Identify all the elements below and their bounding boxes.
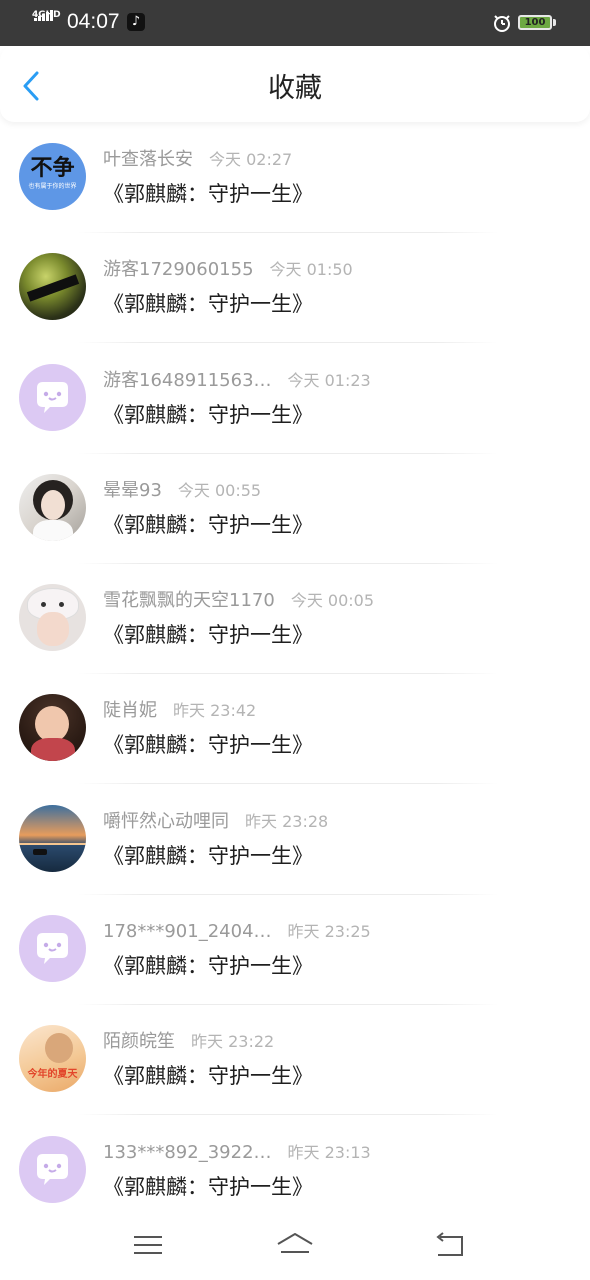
user-name: 178***901_2404… [103, 921, 272, 943]
avatar[interactable]: 今年的夏天 [19, 1025, 86, 1093]
item-title: 《郭麒麟：守护一生》 [103, 1174, 313, 1199]
item-meta: 陌颜皖笙 昨天 23:22 [103, 1029, 274, 1055]
user-name: 晕晕93 [103, 479, 162, 501]
status-bar: 4GHD 04:07 ♪ 100 [0, 0, 590, 46]
list-item[interactable]: 嚼怦然心动哩同 昨天 23:28 《郭麒麟：守护一生》 [0, 785, 590, 895]
avatar[interactable] [19, 363, 86, 431]
avatar[interactable] [19, 694, 86, 762]
battery-icon: 100 [518, 15, 552, 30]
avatar[interactable] [19, 804, 86, 872]
list-item[interactable]: 178***901_2404… 昨天 23:25 《郭麒麟：守护一生》 [0, 895, 590, 1006]
user-name: 游客1729060155 [103, 259, 254, 281]
avatar-text: 不争 [30, 156, 75, 181]
avatar-text: 今年的夏天 [27, 1069, 78, 1081]
item-time: 昨天 23:13 [287, 1142, 371, 1162]
list-item[interactable]: 雪花飘飘的天空1170 今天 00:05 《郭麒麟：守护一生》 [0, 564, 590, 675]
item-meta: 陡肖妮 昨天 23:42 [103, 698, 256, 724]
item-meta: 游客1648911563… 今天 01:23 [103, 368, 371, 394]
item-title: 《郭麒麟：守护一生》 [103, 182, 313, 206]
list-item[interactable]: 今年的夏天 陌颜皖笙 昨天 23:22 《郭麒麟：守护一生》 [0, 1005, 590, 1116]
list-item[interactable]: 陡肖妮 昨天 23:42 《郭麒麟：守护一生》 [0, 674, 590, 785]
item-time: 今天 01:50 [269, 260, 353, 280]
avatar[interactable] [19, 915, 86, 983]
user-name: 嚼怦然心动哩同 [103, 810, 229, 832]
item-time: 今天 00:05 [290, 591, 375, 611]
avatar[interactable] [19, 253, 86, 321]
item-title: 《郭麒麟：守护一生》 [103, 292, 313, 317]
menu-icon[interactable] [128, 1230, 168, 1260]
user-name: 叶查落长安 [103, 149, 193, 170]
avatar[interactable]: 不争 也有属于你的世界 [19, 143, 86, 210]
list-item[interactable]: 游客1648911563… 今天 01:23 《郭麒麟：守护一生》 [0, 344, 590, 454]
user-name: 133***892_3922… [103, 1141, 272, 1163]
item-title: 《郭麒麟：守护一生》 [103, 512, 313, 537]
item-time: 昨天 23:42 [173, 701, 257, 721]
system-nav-bar [0, 1212, 590, 1280]
item-title: 《郭麒麟：守护一生》 [103, 954, 313, 979]
item-meta: 133***892_3922… 昨天 23:13 [103, 1140, 371, 1166]
avatar[interactable] [19, 1135, 86, 1203]
item-title: 《郭麒麟：守护一生》 [103, 1064, 313, 1089]
item-meta: 游客1729060155 今天 01:50 [103, 257, 353, 283]
item-time: 昨天 23:25 [287, 922, 371, 942]
item-time: 昨天 23:22 [191, 1032, 275, 1052]
item-meta: 雪花飘飘的天空1170 今天 00:05 [103, 588, 374, 614]
list-item[interactable]: 晕晕93 今天 00:55 《郭麒麟：守护一生》 [0, 454, 590, 564]
item-time: 昨天 23:28 [245, 811, 329, 831]
top-nav: 收藏 [0, 46, 590, 122]
item-meta: 178***901_2404… 昨天 23:25 [103, 919, 371, 945]
item-title: 《郭麒麟：守护一生》 [103, 733, 313, 758]
item-title: 《郭麒麟：守护一生》 [103, 402, 313, 427]
favorites-list: 不争 也有属于你的世界 叶查落长安 今天 02:27 《郭麒麟：守护一生》 游客1… [0, 123, 590, 1226]
item-meta: 嚼怦然心动哩同 昨天 23:28 [103, 809, 328, 835]
list-item[interactable]: 游客1729060155 今天 01:50 《郭麒麟：守护一生》 [0, 233, 590, 344]
item-title: 《郭麒麟：守护一生》 [103, 843, 313, 868]
alarm-icon [494, 15, 510, 32]
user-name: 陡肖妮 [103, 700, 157, 722]
status-time: 04:07 [67, 10, 120, 33]
page-title: 收藏 [268, 73, 322, 104]
item-title: 《郭麒麟：守护一生》 [103, 623, 313, 648]
avatar[interactable] [19, 584, 86, 652]
tiktok-icon: ♪ [127, 13, 145, 31]
avatar[interactable] [19, 473, 86, 541]
battery-level: 100 [524, 17, 546, 28]
home-icon[interactable] [275, 1230, 315, 1260]
item-time: 今天 00:55 [177, 480, 262, 500]
chat-bubble-icon [37, 1153, 68, 1185]
item-time: 今天 02:27 [209, 150, 293, 169]
item-meta: 晕晕93 今天 00:55 [103, 478, 261, 504]
list-item[interactable]: 不争 也有属于你的世界 叶查落长安 今天 02:27 《郭麒麟：守护一生》 [0, 123, 590, 233]
chat-bubble-icon [37, 933, 68, 965]
item-meta: 叶查落长安 今天 02:27 [103, 147, 292, 173]
avatar-subtext: 也有属于你的世界 [28, 183, 77, 190]
back-icon[interactable] [430, 1230, 470, 1260]
list-item[interactable]: 133***892_3922… 昨天 23:13 《郭麒麟：守护一生》 [0, 1116, 590, 1226]
battery-cap [553, 19, 556, 26]
user-name: 雪花飘飘的天空1170 [103, 590, 275, 612]
chat-bubble-icon [37, 381, 68, 413]
user-name: 游客1648911563… [103, 369, 272, 391]
user-name: 陌颜皖笙 [103, 1031, 175, 1053]
item-time: 今天 01:23 [287, 370, 371, 390]
